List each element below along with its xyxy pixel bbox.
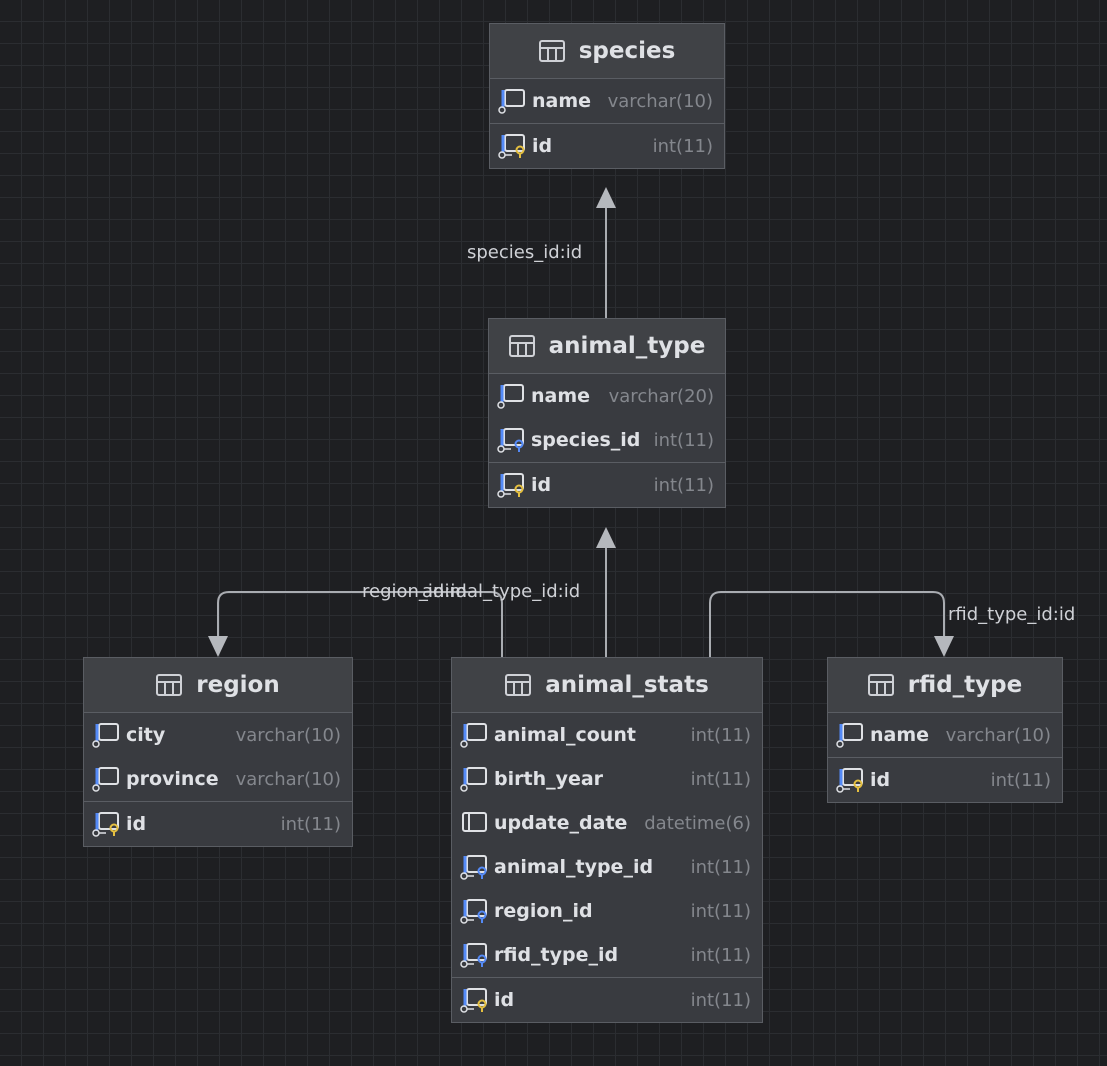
column-type: varchar(10): [945, 724, 1051, 746]
column-name: id: [531, 474, 552, 496]
foreign-key-icon: [460, 899, 487, 924]
column-name: city: [126, 724, 166, 746]
column-not-null-icon: [92, 767, 119, 792]
column-type: int(11): [690, 724, 751, 746]
column-not-null-icon: [497, 384, 524, 409]
table-region[interactable]: region city varchar(10) province varchar…: [83, 657, 353, 847]
table-title: animal_type: [548, 333, 706, 359]
table-title: region: [196, 672, 280, 698]
primary-key-row[interactable]: id int(11): [489, 462, 725, 507]
column-type: int(11): [690, 768, 751, 790]
table-title: animal_stats: [545, 672, 709, 698]
column-type: int(11): [653, 474, 714, 496]
column-row[interactable]: city varchar(10): [84, 713, 352, 757]
column-name: id: [532, 135, 553, 157]
table-header[interactable]: animal_stats: [452, 658, 762, 713]
table-header[interactable]: region: [84, 658, 352, 713]
primary-key-row[interactable]: id int(11): [452, 977, 762, 1022]
column-not-null-icon: [836, 723, 863, 748]
edge-label-rfid-type-id: rfid_type_id:id: [948, 604, 1076, 625]
column-name: birth_year: [494, 768, 604, 790]
column-name: id: [870, 769, 891, 791]
table-header[interactable]: rfid_type: [828, 658, 1062, 713]
primary-key-icon: [497, 473, 524, 498]
column-not-null-icon: [498, 89, 525, 114]
arrowhead-animal-type: [596, 527, 616, 548]
foreign-key-icon: [460, 943, 487, 968]
table-header[interactable]: species: [490, 24, 724, 79]
column-name: name: [531, 385, 591, 407]
arrowhead-region: [208, 636, 228, 657]
column-not-null-icon: [460, 767, 487, 792]
column-row[interactable]: name varchar(20): [489, 374, 725, 418]
column-type: varchar(20): [608, 385, 714, 407]
column-name: animal_count: [494, 724, 636, 746]
foreign-key-icon: [497, 428, 524, 453]
column-name: name: [870, 724, 930, 746]
primary-key-row[interactable]: id int(11): [84, 801, 352, 846]
column-row[interactable]: animal_count int(11): [452, 713, 762, 757]
column-row[interactable]: birth_year int(11): [452, 757, 762, 801]
column-name: province: [126, 768, 219, 790]
edge-label-animal-type-id: animal_type_id:id: [422, 581, 581, 602]
table-species[interactable]: species name varchar(10) id int(11): [489, 23, 725, 169]
table-rfid-type[interactable]: rfid_type name varchar(10) id int(11): [827, 657, 1063, 803]
column-type: int(11): [690, 856, 751, 878]
column-name: species_id: [531, 429, 641, 451]
column-row[interactable]: update_date datetime(6): [452, 801, 762, 845]
column-type: varchar(10): [607, 90, 713, 112]
column-type: int(11): [653, 429, 714, 451]
column-name: name: [532, 90, 592, 112]
column-type: int(11): [690, 989, 751, 1011]
primary-key-icon: [498, 134, 525, 159]
column-type: int(11): [690, 944, 751, 966]
column-not-null-icon: [460, 723, 487, 748]
column-row[interactable]: name varchar(10): [828, 713, 1062, 757]
primary-key-icon: [836, 768, 863, 793]
foreign-key-icon: [460, 855, 487, 880]
column-not-null-icon: [92, 723, 119, 748]
primary-key-row[interactable]: id int(11): [490, 123, 724, 168]
column-type: varchar(10): [235, 768, 341, 790]
table-animal-type[interactable]: animal_type name varchar(20) species_id …: [488, 318, 726, 508]
table-icon: [508, 335, 535, 357]
edge-label-species-id: species_id:id: [467, 242, 583, 263]
column-type: int(11): [690, 900, 751, 922]
primary-key-icon: [460, 988, 487, 1013]
column-type: datetime(6): [644, 812, 751, 834]
column-row[interactable]: province varchar(10): [84, 757, 352, 801]
table-icon: [156, 674, 183, 696]
column-nullable-icon: [462, 812, 487, 832]
table-title: rfid_type: [907, 672, 1023, 698]
column-name: region_id: [494, 900, 593, 922]
column-name: animal_type_id: [494, 856, 654, 878]
column-type: int(11): [652, 135, 713, 157]
table-header[interactable]: animal_type: [489, 319, 725, 374]
table-icon: [867, 674, 894, 696]
primary-key-icon: [92, 812, 119, 837]
column-row[interactable]: rfid_type_id int(11): [452, 933, 762, 977]
arrowhead-species: [596, 187, 616, 208]
column-type: int(11): [280, 813, 341, 835]
column-row[interactable]: animal_type_id int(11): [452, 845, 762, 889]
column-type: varchar(10): [235, 724, 341, 746]
table-animal-stats[interactable]: animal_stats animal_count int(11) birth_…: [451, 657, 763, 1023]
column-row[interactable]: region_id int(11): [452, 889, 762, 933]
column-name: rfid_type_id: [494, 944, 619, 966]
column-name: id: [494, 989, 515, 1011]
column-row[interactable]: species_id int(11): [489, 418, 725, 462]
edge-animal-stats-rfid-type[interactable]: [709, 591, 945, 657]
column-name: id: [126, 813, 147, 835]
primary-key-row[interactable]: id int(11): [828, 757, 1062, 802]
table-icon: [538, 40, 565, 62]
table-title: species: [578, 38, 676, 64]
table-icon: [505, 674, 532, 696]
column-type: int(11): [990, 769, 1051, 791]
column-row[interactable]: name varchar(10): [490, 79, 724, 123]
arrowhead-rfid-type: [934, 636, 954, 657]
column-name: update_date: [494, 812, 628, 834]
